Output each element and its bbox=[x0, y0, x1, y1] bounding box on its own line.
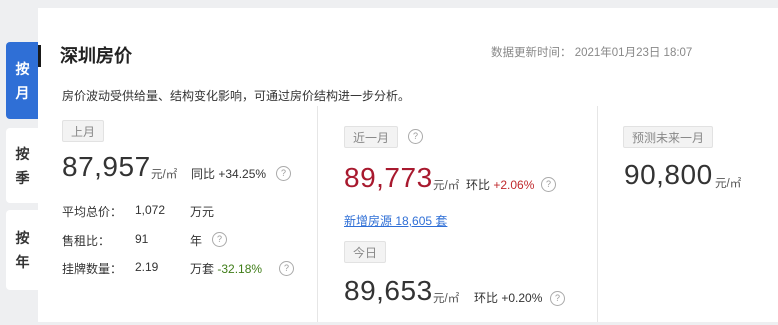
yoy-help-icon[interactable]: ? bbox=[276, 166, 291, 181]
recent-mom-label: 环比 bbox=[466, 178, 491, 192]
recent-mom-value: +2.06% bbox=[493, 178, 535, 192]
listing-count-unit: 万套 -32.18% bbox=[190, 260, 262, 277]
tab-by-month-char-2: 月 bbox=[15, 84, 30, 101]
listing-count-value: 2.19 bbox=[135, 260, 159, 274]
forecast-price: 90,800 bbox=[624, 159, 713, 190]
update-time: 数据更新时间： 2021年01月23日 18:07 bbox=[491, 47, 693, 59]
rent-ratio-value: 91 bbox=[135, 232, 149, 246]
rent-ratio-label: 售租比： bbox=[62, 234, 111, 248]
tab-by-quarter[interactable]: 按 季 bbox=[6, 128, 39, 203]
last-month-label: 上月 bbox=[62, 120, 105, 142]
recent-mom-help-icon[interactable]: ? bbox=[541, 177, 556, 192]
today-price-unit: 元/㎡ bbox=[433, 293, 460, 305]
price-card: 深圳房价 数据更新时间： 2021年01月23日 18:07 房价波动受供给量、… bbox=[38, 8, 778, 322]
today-mom: 环比 +0.20% bbox=[474, 289, 542, 306]
column-divider bbox=[317, 106, 318, 322]
today-mom-value: +0.20% bbox=[501, 291, 543, 305]
column-divider bbox=[597, 106, 598, 322]
title-accent-bar bbox=[38, 45, 41, 67]
recent-month-price: 89,773 bbox=[344, 162, 433, 193]
listing-unit: 万套 bbox=[190, 262, 215, 276]
today-mom-help-icon[interactable]: ? bbox=[550, 291, 565, 306]
avg-total-unit: 万元 bbox=[190, 205, 215, 219]
rent-ratio-help-icon[interactable]: ? bbox=[212, 232, 227, 247]
new-listings-link[interactable]: 新增房源 18,605 套 bbox=[344, 212, 447, 229]
recent-month-price-unit: 元/㎡ bbox=[433, 180, 460, 192]
yoy-label: 同比 bbox=[191, 167, 216, 181]
tab-by-month[interactable]: 按 月 bbox=[6, 42, 39, 119]
tab-by-month-char-1: 按 bbox=[15, 60, 30, 77]
yoy-value: +34.25% bbox=[218, 167, 267, 181]
recent-month-help-icon[interactable]: ? bbox=[408, 129, 423, 144]
today-label: 今日 bbox=[344, 241, 387, 263]
rent-ratio-unit: 年 bbox=[190, 234, 203, 248]
tab-by-quarter-char-2: 季 bbox=[15, 169, 30, 186]
listing-change: -32.18% bbox=[217, 262, 263, 276]
avg-total-label: 平均总价： bbox=[62, 205, 123, 219]
today-mom-label: 环比 bbox=[474, 291, 499, 305]
page-title: 深圳房价 bbox=[60, 46, 132, 66]
tab-by-year-char-2: 年 bbox=[15, 254, 30, 270]
recent-month-mom: 环比 +2.06% bbox=[466, 176, 534, 193]
today-price: 89,653 bbox=[344, 275, 433, 306]
tab-by-year[interactable]: 按 年 bbox=[6, 210, 39, 290]
last-month-price: 87,957 bbox=[62, 151, 151, 182]
avg-total-value: 1,072 bbox=[135, 203, 166, 217]
forecast-label: 预测未来一月 bbox=[623, 126, 714, 148]
listing-help-icon[interactable]: ? bbox=[279, 261, 294, 276]
forecast-price-unit: 元/㎡ bbox=[715, 178, 742, 190]
last-month-yoy: 同比 +34.25% bbox=[191, 165, 266, 182]
recent-month-label: 近一月 bbox=[344, 126, 399, 148]
tab-by-year-char-1: 按 bbox=[15, 230, 30, 246]
description-text: 房价波动受供给量、结构变化影响，可通过房价结构进一步分析。 bbox=[62, 89, 411, 103]
last-month-price-unit: 元/㎡ bbox=[151, 169, 178, 181]
tab-by-quarter-char-1: 按 bbox=[15, 145, 30, 162]
listing-count-label: 挂牌数量： bbox=[62, 262, 123, 276]
